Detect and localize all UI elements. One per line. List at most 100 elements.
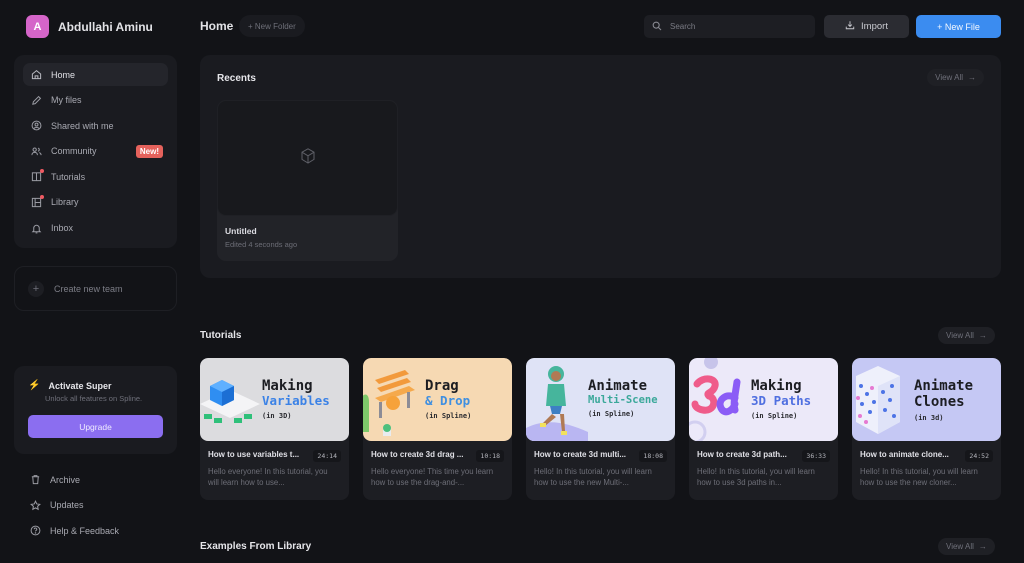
trash-icon	[30, 474, 41, 485]
home-icon	[31, 69, 42, 80]
library-icon	[31, 194, 44, 208]
sidebar-item-shared[interactable]: Shared with me	[23, 114, 168, 137]
search-input[interactable]	[670, 22, 810, 31]
star-icon	[30, 499, 41, 511]
tutorials-title: Tutorials	[200, 330, 242, 341]
tutorials-list: Making Variables (in 3D) How to use vari…	[200, 358, 1001, 500]
upgrade-button[interactable]: Upgrade	[28, 415, 163, 438]
thumbnail-line-2: Multi-Scene	[588, 394, 658, 407]
tutorial-card[interactable]: Making 3D Paths (in Spline) How to creat…	[689, 358, 838, 500]
thumbnail-line-1: Making	[262, 378, 313, 394]
sidebar-item-archive[interactable]: Archive	[22, 468, 172, 491]
tutorials-view-all-button[interactable]: View All →	[938, 327, 995, 344]
tutorial-info: How to animate clone... 24:52 Hello! In …	[852, 441, 1001, 500]
tutorial-info: How to create 3d drag ... 10:18 Hello ev…	[363, 441, 512, 500]
arrow-right-icon: →	[978, 542, 987, 551]
tutorial-duration: 24:14	[313, 450, 341, 462]
tutorial-description: Hello! In this tutorial, you will learn …	[697, 467, 815, 488]
thumbnail-line-3: (in 3d)	[914, 414, 944, 423]
thumbnail-line-1: Drag	[425, 378, 459, 394]
tutorial-thumbnail: Making 3D Paths (in Spline)	[689, 358, 838, 441]
tutorial-duration: 36:33	[802, 450, 830, 462]
sidebar-item-tutorials[interactable]: Tutorials	[23, 165, 168, 188]
thumbnail-line-3: (in Spline)	[751, 412, 798, 421]
import-button[interactable]: Import	[824, 15, 909, 38]
view-all-label: View All	[935, 73, 963, 82]
search-icon	[652, 18, 662, 36]
notification-dot	[40, 169, 44, 174]
new-file-button[interactable]: + New File	[916, 15, 1001, 38]
super-title: Activate Super	[48, 380, 112, 391]
recent-file-card[interactable]: Untitled Edited 4 seconds ago	[217, 100, 398, 261]
thumbnail-line-2: & Drop	[425, 393, 471, 409]
app-window: A Abdullahi Aminu Home My files Shared w…	[0, 0, 1024, 563]
sidebar-item-inbox[interactable]: Inbox	[23, 217, 168, 240]
tutorial-title: How to create 3d multi...	[534, 450, 627, 459]
clones-illustration	[856, 366, 900, 434]
search-box[interactable]	[644, 15, 815, 38]
tutorial-card[interactable]: Drag & Drop (in Spline) How to create 3d…	[363, 358, 512, 500]
new-folder-button[interactable]: + New Folder	[239, 15, 305, 37]
cube-illustration	[200, 380, 260, 423]
thumbnail-line-1: Animate	[588, 378, 648, 394]
tutorial-title: How to create 3d path...	[697, 450, 787, 459]
thumbnail-text: Drag & Drop (in Spline)	[425, 378, 471, 421]
tutorial-card[interactable]: Animate Clones (in 3d) How to animate cl…	[852, 358, 1001, 500]
sidebar-item-label: Archive	[50, 474, 81, 485]
sidebar-item-home[interactable]: Home	[23, 63, 168, 86]
tutorial-duration: 24:52	[965, 450, 993, 462]
sidebar-item-label: Shared with me	[51, 120, 114, 131]
new-badge: New!	[135, 144, 163, 158]
download-icon	[845, 20, 855, 33]
sidebar-item-updates[interactable]: Updates	[22, 494, 172, 517]
bell-icon	[31, 223, 42, 234]
avatar[interactable]: A	[26, 15, 49, 38]
sidebar-item-my-files[interactable]: My files	[23, 89, 168, 112]
bench-illustration	[363, 370, 415, 436]
examples-view-all-button[interactable]: View All →	[938, 538, 995, 555]
users-icon	[31, 146, 42, 157]
sidebar-item-community[interactable]: Community New!	[23, 140, 168, 163]
user-profile[interactable]: A Abdullahi Aminu	[26, 15, 153, 38]
lightning-icon: ⚡	[28, 380, 41, 391]
cube-icon	[299, 147, 317, 170]
file-name: Untitled	[225, 226, 257, 236]
tutorial-title: How to use variables t...	[208, 450, 300, 459]
sidebar-item-label: Updates	[50, 500, 84, 511]
sidebar-item-help[interactable]: Help & Feedback	[22, 519, 172, 542]
thumbnail-line-3: (in 3D)	[262, 412, 292, 421]
thumbnail-text: Animate Clones (in 3d)	[914, 378, 973, 422]
recents-section: Recents View All → Untitled Edited 4 sec…	[200, 55, 1001, 278]
tutorial-duration: 18:08	[639, 450, 667, 462]
3d-paths-illustration	[689, 358, 741, 441]
tutorial-duration: 10:18	[476, 450, 504, 462]
sidebar-nav: Home My files Shared with me Community N…	[14, 55, 177, 248]
thumbnail-text: Making Variables (in 3D)	[262, 378, 330, 421]
thumbnail-line-1: Animate	[914, 378, 974, 394]
tutorial-card[interactable]: Making Variables (in 3D) How to use vari…	[200, 358, 349, 500]
super-subtitle: Unlock all features on Spline.	[45, 394, 143, 403]
recents-title: Recents	[217, 73, 256, 84]
file-edited-time: Edited 4 seconds ago	[225, 240, 298, 249]
tutorial-thumbnail: Animate Clones (in 3d)	[852, 358, 1001, 441]
sidebar-item-label: Library	[51, 197, 79, 208]
sidebar-item-label: Help & Feedback	[50, 525, 120, 536]
notification-dot	[40, 194, 44, 199]
tutorial-card[interactable]: Animate Multi-Scene (in Spline) How to c…	[526, 358, 675, 500]
view-all-label: View All	[946, 331, 974, 340]
sidebar-item-label: Community	[51, 146, 97, 157]
thumbnail-text: Animate Multi-Scene (in Spline)	[588, 378, 658, 418]
user-circle-icon	[31, 120, 42, 131]
recents-view-all-button[interactable]: View All →	[927, 69, 984, 86]
create-team-button[interactable]: + Create new team	[14, 266, 177, 311]
sidebar-item-library[interactable]: Library	[23, 191, 168, 214]
character-illustration	[526, 366, 588, 441]
arrow-right-icon: →	[968, 73, 976, 82]
sidebar-bottom-nav: Archive Updates Help & Feedback	[22, 468, 172, 545]
sidebar-item-label: Tutorials	[51, 171, 86, 182]
tutorial-thumbnail: Making Variables (in 3D)	[200, 358, 349, 441]
view-all-label: View All	[946, 542, 974, 551]
sidebar-item-label: Home	[51, 69, 76, 80]
activate-super-panel: ⚡ Activate Super Unlock all features on …	[14, 366, 177, 454]
arrow-right-icon: →	[978, 331, 987, 340]
